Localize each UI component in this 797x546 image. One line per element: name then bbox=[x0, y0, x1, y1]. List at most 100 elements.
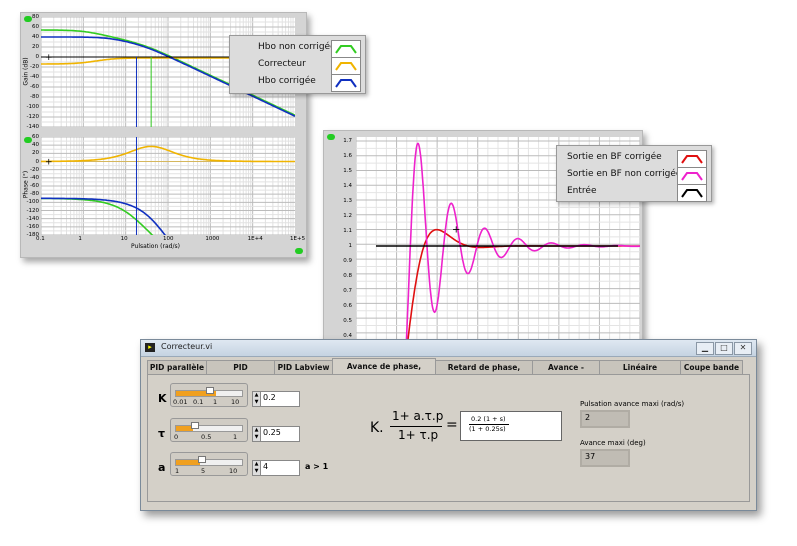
correcteur-window: ▸ Correcteur.vi ▁ □ ✕ PID parallèle PID … bbox=[140, 339, 757, 511]
tau-slider-thumb[interactable] bbox=[191, 422, 199, 429]
step-y-tick: 0.5 bbox=[343, 318, 352, 324]
step-y-tick: 0.9 bbox=[343, 258, 352, 264]
formula-equals: = bbox=[446, 417, 458, 433]
tau-spinner-icon[interactable]: ▲ ▼ bbox=[253, 427, 261, 441]
bode-scale-icon bbox=[295, 248, 303, 254]
bode-x-tick: 1000 bbox=[205, 236, 220, 242]
step-legend: Sortie en BF corrigée Sortie en BF non c… bbox=[556, 145, 712, 202]
k-numeric-input[interactable]: ▲ ▼ 0.2 bbox=[252, 391, 300, 407]
bode-x-tick: 100 bbox=[163, 236, 174, 242]
legend-item-entree[interactable]: Entrée bbox=[557, 182, 711, 202]
phase-graph-indicator-icon bbox=[24, 137, 32, 143]
tau-slider[interactable]: 0 0.5 1 bbox=[170, 418, 248, 442]
gain-graph-indicator-icon bbox=[24, 16, 32, 22]
phase-tick: -160 bbox=[26, 223, 39, 230]
phase-plot-svg: + bbox=[40, 136, 295, 273]
maximize-button[interactable]: □ bbox=[715, 342, 733, 355]
step-graph-indicator-icon bbox=[327, 134, 335, 140]
phase-tick: -140 bbox=[26, 215, 39, 222]
step-y-tick: 0.8 bbox=[343, 273, 352, 279]
gain-tick: -20 bbox=[30, 64, 39, 70]
avance-label: Avance maxi (deg) bbox=[580, 439, 646, 447]
a-label: a bbox=[158, 461, 166, 474]
step-y-tick: 1 bbox=[348, 243, 353, 249]
step-y-tick: 1.5 bbox=[343, 168, 352, 174]
bode-x-label: Pulsation (rad/s) bbox=[131, 243, 180, 250]
legend-item-hbo-corrigee[interactable]: Hbo corrigée bbox=[230, 72, 365, 92]
phase-tick: 40 bbox=[32, 142, 39, 149]
gain-tick: -80 bbox=[30, 94, 39, 100]
a-spinner-icon[interactable]: ▲ ▼ bbox=[253, 461, 261, 475]
step-cursor-icon: + bbox=[452, 225, 460, 236]
k-label: K bbox=[158, 392, 167, 405]
phase-tick: -20 bbox=[30, 166, 39, 173]
gain-tick: 60 bbox=[32, 24, 39, 30]
phase-cursor-icon: + bbox=[45, 158, 53, 168]
phase-tick: 60 bbox=[32, 134, 39, 140]
gain-tick: 40 bbox=[32, 34, 39, 40]
gain-tick: -100 bbox=[26, 104, 39, 110]
a-slider[interactable]: 1 5 10 bbox=[170, 452, 248, 476]
gain-cursor-icon: + bbox=[45, 53, 53, 63]
close-button[interactable]: ✕ bbox=[734, 342, 752, 355]
bode-legend: Hbo non corrigée Correcteur Hbo corrigée bbox=[229, 35, 366, 94]
tab-avance-retard[interactable]: Avance - Retard bbox=[532, 360, 600, 385]
phase-plot[interactable]: + bbox=[40, 136, 295, 273]
k-spinner-icon[interactable]: ▲ ▼ bbox=[253, 392, 261, 406]
bode-x-tick: 10 bbox=[120, 236, 128, 242]
tau-numeric-input[interactable]: ▲ ▼ 0.25 bbox=[252, 426, 300, 442]
pulsation-indicator: 2 bbox=[580, 410, 630, 428]
phase-tick: -40 bbox=[30, 174, 39, 181]
tab-coupe-bande[interactable]: Coupe bande bbox=[680, 360, 743, 374]
gain-axis-label: Gain (dB) bbox=[22, 57, 30, 86]
k-slider[interactable]: 0.01 0.1 1 10 bbox=[170, 383, 248, 407]
tab-retard-de-phase[interactable]: Retard de phase, action I bbox=[435, 360, 533, 385]
step-y-tick: 1.3 bbox=[343, 198, 352, 204]
step-y-tick: 1.2 bbox=[343, 213, 352, 219]
step-y-tick: 1.6 bbox=[343, 153, 352, 159]
phase-tick: 0 bbox=[35, 158, 40, 165]
tau-label: τ bbox=[158, 427, 166, 440]
tab-lineaire-quelconque[interactable]: Linéaire quelconque bbox=[599, 360, 681, 385]
phase-tick: -60 bbox=[30, 183, 39, 189]
transfer-function-display: 0.2 (1 + s) (1 + 0.25s) bbox=[460, 411, 562, 441]
a-slider-thumb[interactable] bbox=[198, 456, 206, 463]
bode-x-tick: 1 bbox=[78, 236, 82, 242]
gain-tick: -140 bbox=[26, 124, 39, 130]
tab-bar: PID parallèle PID académique PID Labview… bbox=[147, 358, 750, 387]
minimize-button[interactable]: ▁ bbox=[696, 342, 714, 355]
tab-pid-parallele[interactable]: PID parallèle bbox=[147, 360, 207, 374]
step-y-tick: 1.1 bbox=[343, 228, 352, 234]
gain-tick: -60 bbox=[30, 84, 39, 90]
formula-fraction-bar bbox=[390, 426, 442, 427]
step-y-tick: 1.7 bbox=[343, 138, 352, 144]
step-y-tick: 1.4 bbox=[343, 183, 352, 189]
gain-tick: -120 bbox=[26, 114, 39, 120]
step-y-tick: 0.6 bbox=[343, 303, 352, 309]
gain-tick: 0 bbox=[35, 54, 40, 60]
gain-tick: 20 bbox=[32, 44, 39, 50]
formula-k: K. bbox=[370, 420, 384, 436]
window-title: Correcteur.vi bbox=[161, 342, 213, 351]
phase-tick: -120 bbox=[26, 207, 39, 214]
formula-numerator: 1+ a.τ.p bbox=[392, 409, 444, 423]
k-slider-thumb[interactable] bbox=[206, 387, 214, 394]
phase-tick: 20 bbox=[32, 150, 39, 157]
phase-tick: -100 bbox=[26, 199, 39, 206]
bode-x-tick: 1E+4 bbox=[247, 236, 263, 242]
tab-pid-academique[interactable]: PID académique bbox=[206, 360, 275, 385]
phase-tick: -80 bbox=[30, 191, 39, 198]
formula-denominator: 1+ τ.p bbox=[398, 428, 439, 442]
tab-pid-labview[interactable]: PID Labview bbox=[274, 360, 333, 374]
step-y-tick: 0.7 bbox=[343, 288, 352, 294]
tab-content: K 0.01 0.1 1 10 ▲ ▼ 0.2 τ 0 0.5 1 ▲ ▼ 0.25… bbox=[147, 374, 750, 502]
a-numeric-input[interactable]: ▲ ▼ 4 bbox=[252, 460, 300, 476]
gain-tick: -40 bbox=[30, 74, 39, 80]
window-titlebar[interactable]: ▸ Correcteur.vi ▁ □ ✕ bbox=[141, 340, 756, 357]
pulsation-label: Pulsation avance maxi (rad/s) bbox=[580, 400, 685, 408]
labview-app-icon: ▸ bbox=[145, 343, 155, 352]
a-slider-fill bbox=[176, 460, 200, 465]
avance-indicator: 37 bbox=[580, 449, 630, 467]
tab-avance-de-phase[interactable]: Avance de phase, action D bbox=[332, 358, 436, 387]
bode-x-tick: 0.1 bbox=[36, 236, 45, 242]
